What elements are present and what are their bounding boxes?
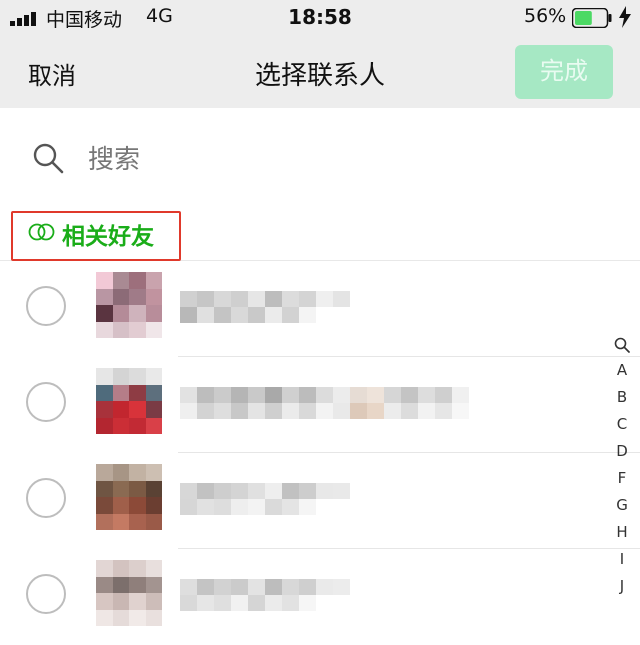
related-friends-label: 相关好友 bbox=[62, 224, 154, 250]
index-letter[interactable]: C bbox=[608, 411, 636, 438]
select-radio[interactable] bbox=[26, 478, 66, 518]
index-letter[interactable]: H bbox=[608, 519, 636, 546]
contact-name-redacted bbox=[180, 387, 470, 423]
index-letter[interactable]: J bbox=[608, 573, 636, 600]
contact-name-redacted bbox=[180, 483, 360, 519]
alphabet-index-bar[interactable]: A B C D F G H I J bbox=[608, 332, 636, 600]
status-bar: 中国移动 4G 18:58 56% bbox=[0, 0, 640, 36]
search-icon bbox=[33, 143, 64, 174]
battery-percent: 56% bbox=[524, 5, 567, 27]
avatar bbox=[96, 368, 162, 434]
search-bar[interactable]: 搜索 bbox=[0, 108, 640, 205]
related-friends-icon bbox=[28, 223, 55, 241]
index-letter[interactable]: D bbox=[608, 438, 636, 465]
index-letter[interactable]: F bbox=[608, 465, 636, 492]
avatar bbox=[96, 464, 162, 530]
select-radio[interactable] bbox=[26, 286, 66, 326]
contact-row[interactable] bbox=[0, 453, 640, 549]
index-letter[interactable]: I bbox=[608, 546, 636, 573]
nav-bar: 取消 选择联系人 完成 bbox=[0, 36, 640, 108]
select-radio[interactable] bbox=[26, 382, 66, 422]
related-friends-row[interactable]: 相关好友 bbox=[0, 204, 640, 261]
contact-row[interactable] bbox=[0, 549, 640, 645]
contact-row[interactable] bbox=[0, 357, 640, 453]
avatar bbox=[96, 272, 162, 338]
index-search-icon[interactable] bbox=[614, 337, 630, 353]
select-radio[interactable] bbox=[26, 574, 66, 614]
done-button[interactable]: 完成 bbox=[515, 45, 613, 99]
charging-bolt-icon bbox=[619, 6, 631, 28]
index-letter[interactable]: B bbox=[608, 384, 636, 411]
search-input[interactable]: 搜索 bbox=[88, 139, 140, 176]
index-letter[interactable]: G bbox=[608, 492, 636, 519]
contact-name-redacted bbox=[180, 291, 360, 327]
battery-icon bbox=[572, 8, 612, 28]
index-letter[interactable]: A bbox=[608, 357, 636, 384]
avatar bbox=[96, 560, 162, 626]
contact-row[interactable] bbox=[0, 261, 640, 357]
